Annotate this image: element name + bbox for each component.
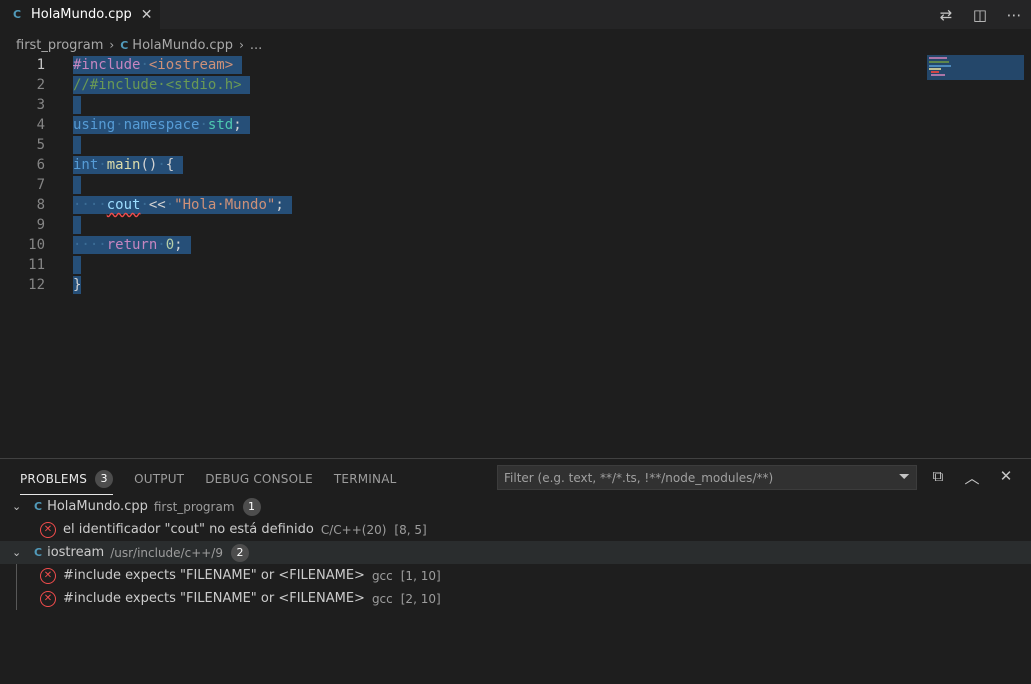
group-file-path: first_program — [153, 499, 235, 514]
line-number: 10 — [28, 237, 45, 253]
code-line: 7 — [0, 175, 1031, 195]
tab-label: HolaMundo.cpp — [31, 7, 132, 22]
chevron-down-icon[interactable]: ⌄ — [12, 546, 24, 559]
code-text: ····return·0; — [73, 236, 192, 254]
code-line: 1 #include·<iostream> — [0, 55, 1031, 75]
problem-group-holamundo[interactable]: ⌄ C HolaMundo.cpp first_program 1 — [0, 495, 1031, 518]
line-number: 9 — [36, 217, 45, 233]
breadcrumb-more[interactable]: ... — [250, 38, 262, 53]
problem-group-iostream[interactable]: ⌄ C iostream /usr/include/c++/9 2 — [0, 541, 1031, 564]
problem-position: [2, 10] — [400, 591, 441, 606]
line-number: 2 — [36, 77, 45, 93]
group-file-name: iostream — [47, 545, 105, 560]
tab-output[interactable]: OUTPUT — [134, 472, 184, 486]
close-icon[interactable]: ✕ — [141, 7, 153, 23]
tab-terminal[interactable]: TERMINAL — [334, 472, 397, 486]
chevron-right-icon: › — [109, 38, 115, 52]
error-icon: ✕ — [40, 521, 56, 538]
code-line: 2 //#include·<stdio.h> — [0, 75, 1031, 95]
code-text: ····cout·<<·"Hola·Mundo"; — [73, 196, 293, 214]
tab-problems[interactable]: PROBLEMS 3 — [20, 470, 114, 495]
problem-message: el identificador "cout" no está definido — [63, 522, 314, 537]
group-file-path: /usr/include/c++/9 — [110, 545, 223, 560]
cpp-file-icon: C — [120, 38, 129, 52]
problem-source: gcc — [371, 568, 393, 583]
chevron-right-icon: › — [239, 38, 244, 52]
code-line: 8 ····cout·<<·"Hola·Mundo"; — [0, 195, 1031, 215]
breadcrumb-file[interactable]: HolaMundo.cpp — [132, 38, 233, 53]
error-icon: ✕ — [40, 590, 56, 607]
breadcrumb-folder[interactable]: first_program — [16, 38, 103, 53]
line-number: 1 — [36, 57, 45, 73]
error-icon: ✕ — [40, 567, 56, 584]
code-text: using·namespace·std; — [73, 116, 251, 134]
problem-row[interactable]: ✕ #include expects "FILENAME" or <FILENA… — [0, 564, 1031, 587]
maximize-panel-icon[interactable]: ︿ — [955, 467, 989, 488]
cpp-file-icon: C — [34, 546, 43, 559]
code-line: 4 using·namespace·std; — [0, 115, 1031, 135]
problem-source: gcc — [371, 591, 393, 606]
compare-changes-icon[interactable]: ⇄ — [929, 6, 963, 24]
problem-row[interactable]: ✕ el identificador "cout" no está defini… — [0, 518, 1031, 541]
editor-tab-bar: C HolaMundo.cpp ✕ ⇄ ◫ ⋯ — [0, 0, 1031, 29]
collapse-all-icon[interactable]: ⧉ — [921, 467, 955, 488]
line-number: 12 — [28, 277, 45, 293]
problem-message: #include expects "FILENAME" or <FILENAME… — [63, 568, 365, 583]
line-number: 8 — [36, 197, 45, 213]
line-number: 3 — [36, 97, 45, 113]
line-number: 7 — [36, 177, 45, 193]
group-count-badge: 1 — [242, 497, 261, 516]
code-text: } — [73, 276, 82, 294]
panel-actions: ⧉ ︿ ✕ — [921, 467, 1023, 488]
line-number: 6 — [36, 157, 45, 173]
line-number: 11 — [28, 257, 45, 273]
group-file-name: HolaMundo.cpp — [47, 499, 148, 514]
code-text: #include·<iostream> — [73, 56, 242, 74]
tab-holamundo[interactable]: C HolaMundo.cpp ✕ — [0, 0, 160, 29]
code-editor[interactable]: 1 #include·<iostream> 2 //#include·<stdi… — [0, 55, 1031, 458]
filter-input[interactable] — [504, 470, 884, 485]
group-count-badge: 2 — [230, 543, 249, 562]
cpp-file-icon: C — [34, 500, 43, 513]
panel-tabs: PROBLEMS 3 OUTPUT DEBUG CONSOLE TERMINAL — [20, 469, 418, 495]
filter-icon[interactable]: ⏷ — [899, 469, 910, 485]
code-line: 10 ····return·0; — [0, 235, 1031, 255]
problems-filter[interactable]: ⏷ — [497, 465, 917, 490]
problem-row[interactable]: ✕ #include expects "FILENAME" or <FILENA… — [0, 587, 1031, 610]
split-editor-icon[interactable]: ◫ — [963, 6, 997, 24]
breadcrumb: first_program › C HolaMundo.cpp › ... — [16, 35, 262, 55]
problem-source: C/C++(20) — [320, 522, 387, 537]
problem-position: [1, 10] — [400, 568, 441, 583]
code-text: int·main()·{ — [73, 156, 183, 174]
cpp-file-icon: C — [13, 8, 22, 21]
problem-message: #include expects "FILENAME" or <FILENAME… — [63, 591, 365, 606]
line-number: 5 — [36, 137, 45, 153]
code-line: 5 — [0, 135, 1031, 155]
chevron-down-icon[interactable]: ⌄ — [12, 500, 24, 513]
editor-actions: ⇄ ◫ ⋯ — [929, 0, 1031, 29]
bottom-panel: PROBLEMS 3 OUTPUT DEBUG CONSOLE TERMINAL… — [0, 458, 1031, 684]
code-line: 6 int·main()·{ — [0, 155, 1031, 175]
close-panel-icon[interactable]: ✕ — [989, 467, 1023, 488]
line-number: 4 — [36, 117, 45, 133]
code-line: 9 — [0, 215, 1031, 235]
minimap[interactable] — [927, 55, 1024, 80]
code-text: //#include·<stdio.h> — [73, 76, 251, 94]
code-line: 12 } — [0, 275, 1031, 295]
code-line: 3 — [0, 95, 1031, 115]
code-line: 11 — [0, 255, 1031, 275]
problem-position: [8, 5] — [394, 522, 427, 537]
more-actions-icon[interactable]: ⋯ — [997, 6, 1031, 24]
problems-count-badge: 3 — [95, 470, 114, 488]
tab-debug-console[interactable]: DEBUG CONSOLE — [205, 472, 313, 486]
